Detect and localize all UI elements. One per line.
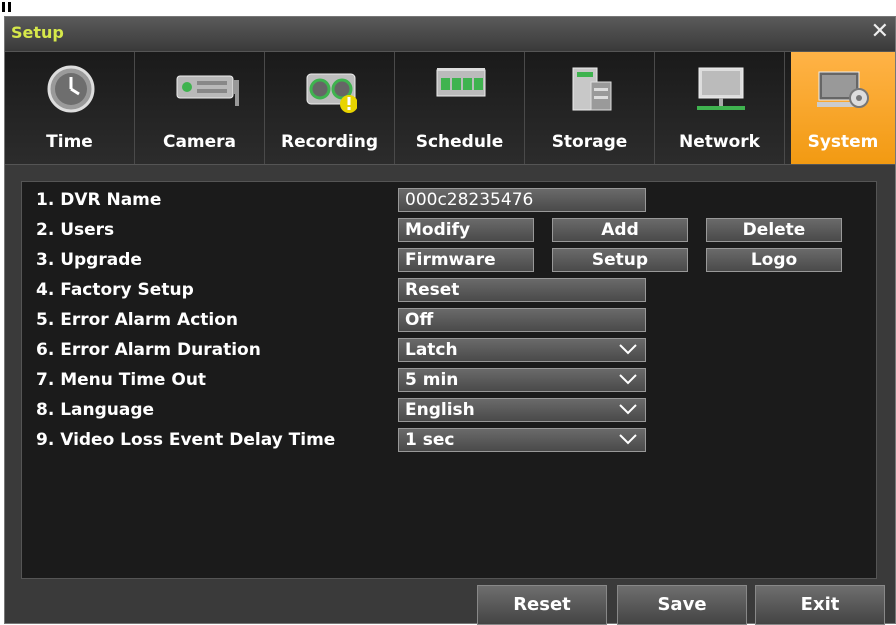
- video-loss-delay-select[interactable]: 1 sec: [398, 428, 646, 452]
- window-title: Setup: [11, 23, 64, 42]
- tab-label: Network: [679, 132, 760, 152]
- setup-window: Setup ✕ Time Camera Recording Schedule S…: [4, 16, 896, 625]
- factory-setup-label: 4. Factory Setup: [36, 280, 194, 300]
- tab-time[interactable]: Time: [5, 52, 135, 164]
- menu-time-out-label: 7. Menu Time Out: [36, 370, 207, 390]
- clock-icon: [47, 65, 95, 113]
- save-button[interactable]: Save: [617, 585, 747, 625]
- users-modify-button[interactable]: Modify: [398, 218, 534, 242]
- users-add-button[interactable]: Add: [552, 218, 688, 242]
- upgrade-firmware-button[interactable]: Firmware: [398, 248, 534, 272]
- users-delete-button[interactable]: Delete: [706, 218, 842, 242]
- tab-recording[interactable]: Recording: [265, 52, 395, 164]
- chevron-down-icon: [619, 404, 637, 415]
- select-value: 1 sec: [405, 430, 455, 450]
- title-bar: Setup ✕: [5, 17, 895, 49]
- system-settings-panel: 1. DVR Name 000c28235476 2. Users Modify…: [21, 181, 877, 579]
- tab-label: System: [807, 132, 879, 152]
- dvr-name-label: 1. DVR Name: [36, 190, 162, 210]
- chevron-down-icon: [619, 374, 637, 385]
- storage-icon: [572, 67, 612, 111]
- tab-label: Schedule: [415, 132, 504, 152]
- tab-storage[interactable]: Storage: [525, 52, 655, 164]
- tab-camera[interactable]: Camera: [135, 52, 265, 164]
- error-alarm-action-field[interactable]: Off: [398, 308, 646, 332]
- upgrade-logo-button[interactable]: Logo: [706, 248, 842, 272]
- upgrade-setup-button[interactable]: Setup: [552, 248, 688, 272]
- chevron-down-icon: [619, 434, 637, 445]
- network-icon: [697, 67, 745, 110]
- close-icon[interactable]: ✕: [871, 20, 889, 44]
- tab-network[interactable]: Network: [655, 52, 785, 164]
- corner-marker: [0, 0, 14, 16]
- reset-button[interactable]: Reset: [477, 585, 607, 625]
- tab-bar: Time Camera Recording Schedule Storage N…: [5, 51, 895, 165]
- tab-schedule[interactable]: Schedule: [395, 52, 525, 164]
- tab-system[interactable]: System: [791, 52, 895, 164]
- error-alarm-action-label: 5. Error Alarm Action: [36, 310, 239, 330]
- video-loss-delay-label: 9. Video Loss Event Delay Time: [36, 430, 336, 450]
- language-label: 8. Language: [36, 400, 155, 420]
- error-alarm-duration-select[interactable]: Latch: [398, 338, 646, 362]
- language-select[interactable]: English: [398, 398, 646, 422]
- tab-label: Recording: [280, 132, 379, 152]
- exit-button[interactable]: Exit: [755, 585, 885, 625]
- schedule-icon: [436, 68, 486, 97]
- tab-label: Storage: [551, 132, 628, 152]
- camera-icon: [176, 75, 239, 106]
- factory-reset-button[interactable]: Reset: [398, 278, 646, 302]
- chevron-down-icon: [619, 344, 637, 355]
- upgrade-label: 3. Upgrade: [36, 250, 142, 270]
- select-value: 5 min: [405, 370, 459, 390]
- system-icon: [817, 71, 869, 108]
- recording-icon: [306, 73, 357, 113]
- tab-label: Camera: [162, 132, 237, 152]
- select-value: English: [405, 400, 475, 420]
- error-alarm-duration-label: 6. Error Alarm Duration: [36, 340, 261, 360]
- users-label: 2. Users: [36, 220, 115, 240]
- menu-time-out-select[interactable]: 5 min: [398, 368, 646, 392]
- dvr-name-field[interactable]: 000c28235476: [398, 188, 646, 212]
- select-value: Latch: [405, 340, 458, 360]
- tab-label: Time: [46, 132, 93, 152]
